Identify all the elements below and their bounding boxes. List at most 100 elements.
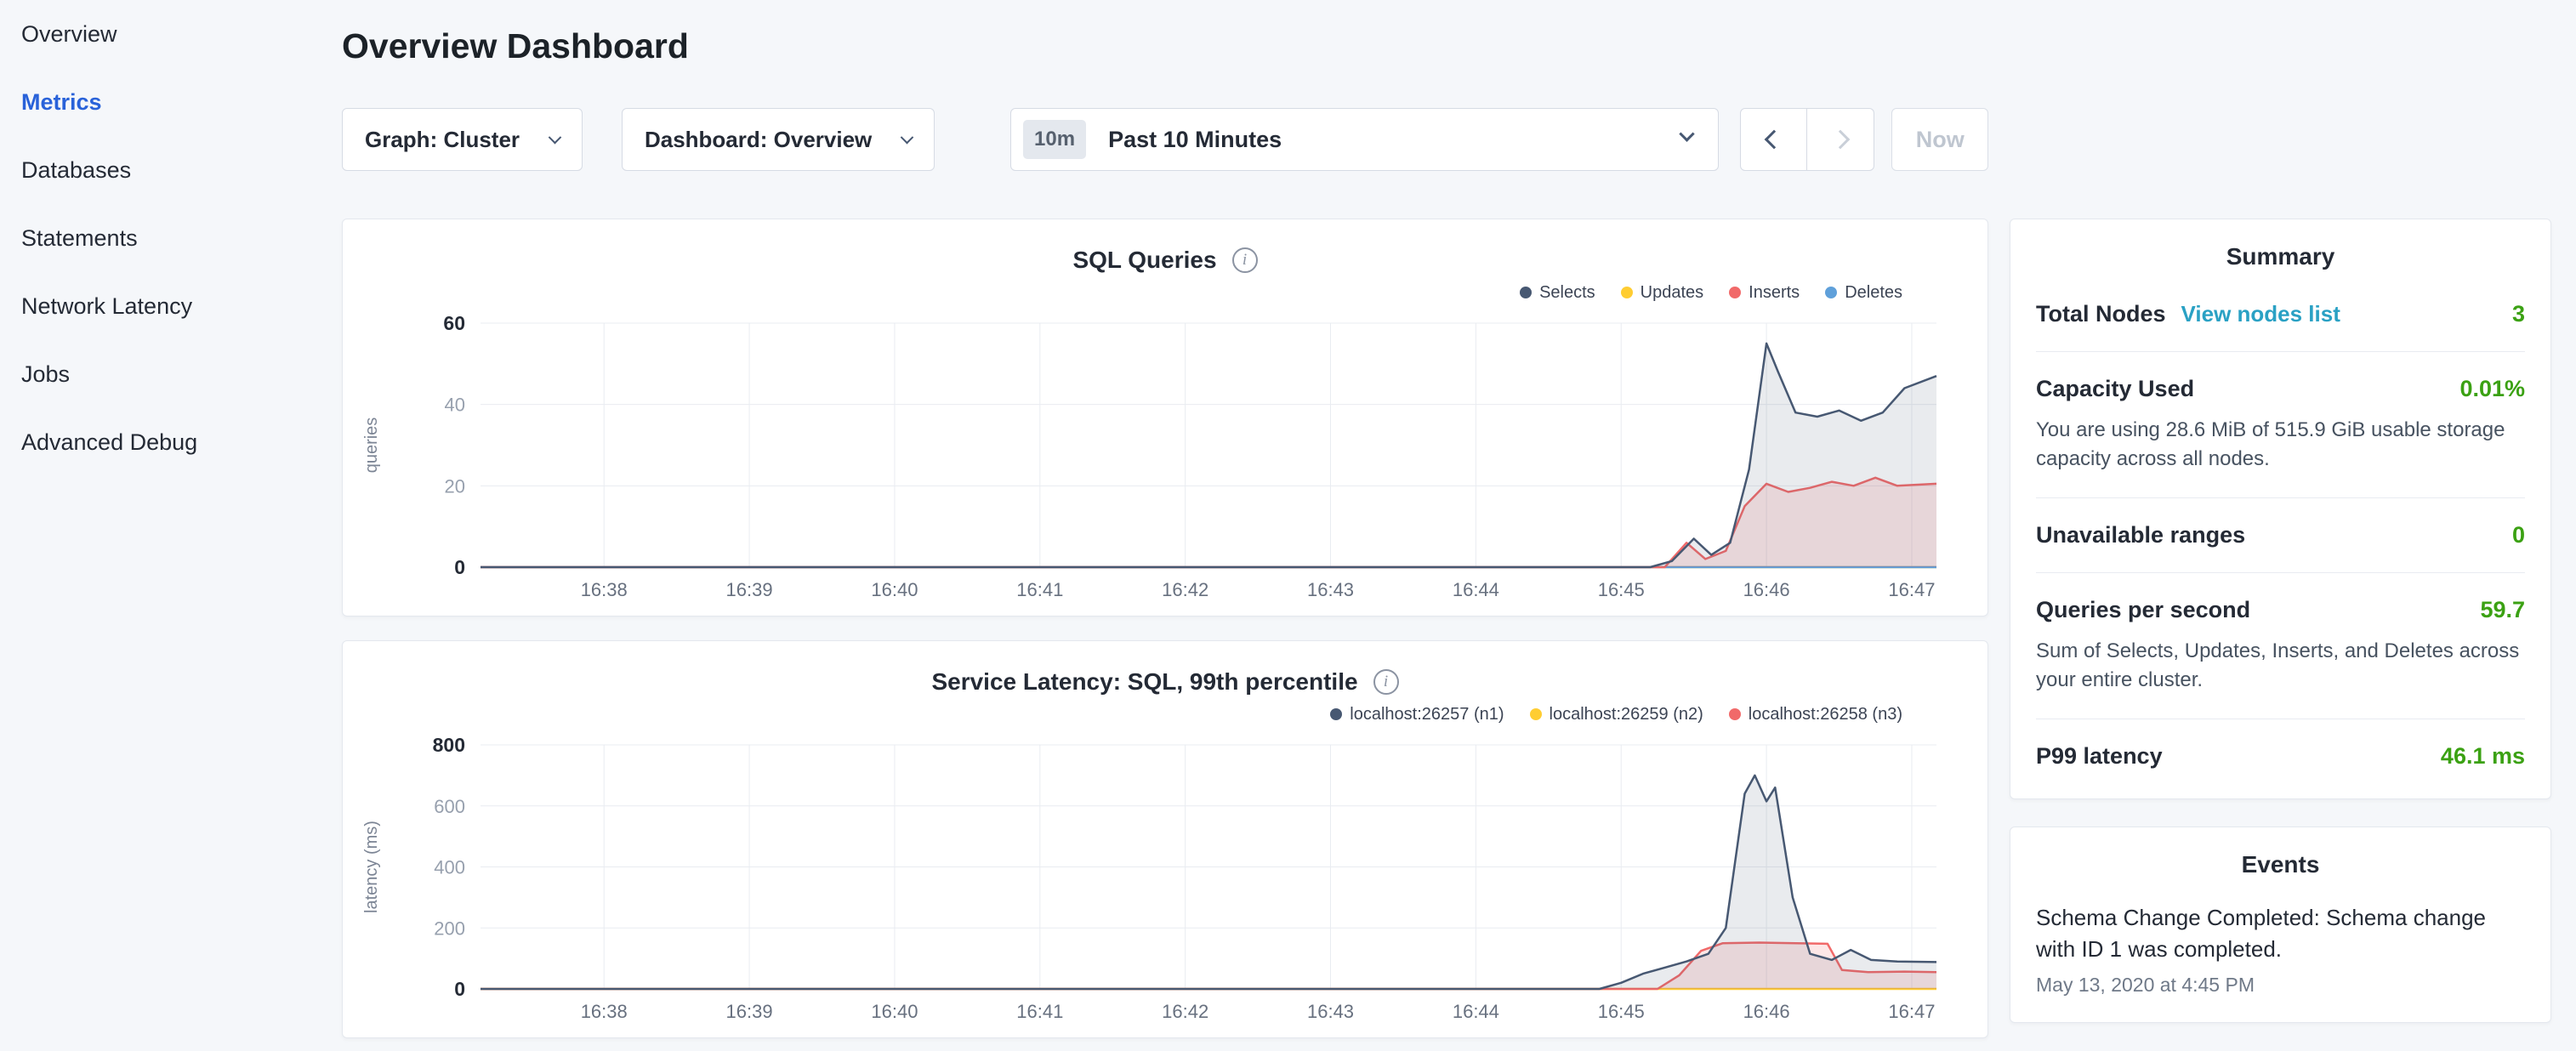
legend-dot-icon (1729, 708, 1741, 720)
right-sidebar: Summary Total Nodes View nodes list 3 Capac… (2010, 0, 2551, 1051)
service-latency-plot: 020040060080016:3816:3916:4016:4116:4216… (353, 738, 1987, 1036)
time-range-label: Past 10 Minutes (1108, 127, 1282, 153)
svg-text:20: 20 (445, 475, 465, 497)
sidebar-item-databases[interactable]: Databases (21, 136, 313, 204)
sidebar-item-network-latency[interactable]: Network Latency (21, 272, 313, 340)
svg-text:16:38: 16:38 (581, 579, 628, 600)
sidebar-nav: OverviewMetricsDatabasesStatementsNetwor… (0, 0, 313, 1051)
legend-label: Deletes (1845, 283, 1902, 303)
chevron-down-icon (549, 130, 562, 144)
chart-title-row: Service Latency: SQL, 99th percentile (343, 663, 1987, 701)
svg-text:16:40: 16:40 (871, 1001, 918, 1022)
legend-item[interactable]: Updates (1621, 283, 1704, 303)
dashboard-dropdown[interactable]: Dashboard: Overview (622, 108, 935, 171)
time-range-badge: 10m (1023, 120, 1086, 159)
summary-row: P99 latency 46.1 ms (2036, 719, 2525, 793)
summary-label: Unavailable ranges (2036, 522, 2245, 548)
svg-text:800: 800 (433, 738, 465, 756)
prev-range-button[interactable] (1740, 108, 1807, 171)
graph-scope-dropdown[interactable]: Graph: Cluster (342, 108, 583, 171)
sidebar-item-statements[interactable]: Statements (21, 204, 313, 272)
legend-label: localhost:26259 (n2) (1550, 705, 1703, 724)
view-nodes-list-link[interactable]: View nodes list (2181, 301, 2340, 327)
svg-text:16:47: 16:47 (1888, 579, 1935, 600)
legend-item[interactable]: Selects (1520, 283, 1595, 303)
summary-value: 46.1 ms (2441, 743, 2525, 770)
summary-value: 0 (2512, 522, 2525, 548)
svg-text:16:42: 16:42 (1162, 1001, 1208, 1022)
svg-text:200: 200 (434, 917, 465, 939)
sidebar-item-overview[interactable]: Overview (21, 0, 313, 68)
svg-text:0: 0 (454, 978, 465, 1000)
svg-text:600: 600 (434, 796, 465, 817)
legend-label: Selects (1539, 283, 1595, 303)
svg-text:16:44: 16:44 (1453, 579, 1499, 600)
summary-value: 3 (2512, 301, 2525, 327)
svg-text:16:43: 16:43 (1307, 1001, 1354, 1022)
summary-row: Total Nodes View nodes list 3 (2036, 277, 2525, 352)
sidebar-item-advanced-debug[interactable]: Advanced Debug (21, 408, 313, 476)
summary-caption: You are using 28.6 MiB of 515.9 GiB usab… (2036, 416, 2525, 474)
svg-text:0: 0 (454, 556, 465, 578)
dashboard-label: Dashboard: Overview (645, 127, 872, 153)
legend-label: localhost:26257 (n1) (1350, 705, 1504, 724)
svg-text:16:45: 16:45 (1598, 1001, 1645, 1022)
svg-text:latency (ms): latency (ms) (362, 821, 381, 913)
legend-dot-icon (1520, 287, 1532, 298)
chart-title: Service Latency: SQL, 99th percentile (931, 668, 1357, 696)
svg-text:16:46: 16:46 (1743, 1001, 1790, 1022)
now-button[interactable]: Now (1891, 108, 1988, 171)
svg-text:16:43: 16:43 (1307, 579, 1354, 600)
summary-row: Unavailable ranges 0 (2036, 498, 2525, 573)
svg-text:16:44: 16:44 (1453, 1001, 1499, 1022)
sidebar-item-metrics[interactable]: Metrics (21, 68, 313, 136)
time-range-selector[interactable]: 10m Past 10 Minutes (1010, 108, 1719, 171)
summary-title: Summary (2036, 243, 2525, 270)
summary-value: 59.7 (2480, 597, 2525, 623)
graph-scope-label: Graph: Cluster (365, 127, 520, 153)
legend-item[interactable]: localhost:26257 (n1) (1330, 705, 1504, 724)
service-latency-chart-card: Service Latency: SQL, 99th percentile lo… (342, 640, 1988, 1038)
info-icon[interactable] (1373, 669, 1399, 695)
chart-title-row: SQL Queries (343, 241, 1987, 279)
summary-caption: Sum of Selects, Updates, Inserts, and De… (2036, 637, 2525, 695)
legend-item[interactable]: localhost:26258 (n3) (1729, 705, 1902, 724)
chevron-down-icon (901, 130, 914, 144)
legend-dot-icon (1825, 287, 1837, 298)
svg-text:16:38: 16:38 (581, 1001, 628, 1022)
next-range-button-disabled[interactable] (1807, 108, 1874, 171)
summary-panel: Summary Total Nodes View nodes list 3 Capac… (2010, 219, 2551, 799)
svg-text:16:45: 16:45 (1598, 579, 1645, 600)
sql-queries-chart-card: SQL Queries Selects Updates Inserts Deletes… (342, 219, 1988, 616)
svg-text:16:39: 16:39 (726, 1001, 773, 1022)
sidebar-item-jobs[interactable]: Jobs (21, 340, 313, 408)
svg-text:16:46: 16:46 (1743, 579, 1790, 600)
events-list: Schema Change Completed: Schema change w… (2036, 902, 2525, 997)
svg-text:16:39: 16:39 (726, 579, 773, 600)
controls-bar: Graph: Cluster Dashboard: Overview 10m P… (342, 108, 1988, 171)
time-step-buttons (1740, 108, 1874, 171)
legend-label: Inserts (1749, 283, 1800, 303)
legend-item[interactable]: Deletes (1825, 283, 1902, 303)
summary-value: 0.01% (2459, 376, 2525, 402)
legend-item[interactable]: localhost:26259 (n2) (1530, 705, 1703, 724)
summary-label: Capacity Used (2036, 376, 2194, 402)
svg-text:16:42: 16:42 (1162, 579, 1208, 600)
svg-text:40: 40 (445, 395, 465, 416)
chevron-left-icon (1765, 130, 1784, 150)
summary-rows: Total Nodes View nodes list 3 Capacity Used… (2036, 277, 2525, 793)
page: OverviewMetricsDatabasesStatementsNetwor… (0, 0, 2576, 1051)
summary-row: Capacity Used 0.01% You are using 28.6 MiB… (2036, 352, 2525, 498)
sql-queries-plot: 020406016:3816:3916:4016:4116:4216:4316:… (353, 316, 1987, 614)
svg-text:16:41: 16:41 (1016, 1001, 1063, 1022)
summary-label: P99 latency (2036, 743, 2163, 770)
legend-dot-icon (1330, 708, 1342, 720)
legend-label: localhost:26258 (n3) (1749, 705, 1902, 724)
info-icon[interactable] (1232, 247, 1258, 273)
summary-label: Total Nodes (2036, 301, 2166, 327)
legend-item[interactable]: Inserts (1729, 283, 1800, 303)
legend-dot-icon (1729, 287, 1741, 298)
legend-dot-icon (1530, 708, 1542, 720)
svg-text:queries: queries (362, 418, 381, 474)
main-content: Overview Dashboard Graph: Cluster Dashbo… (342, 0, 1988, 1051)
